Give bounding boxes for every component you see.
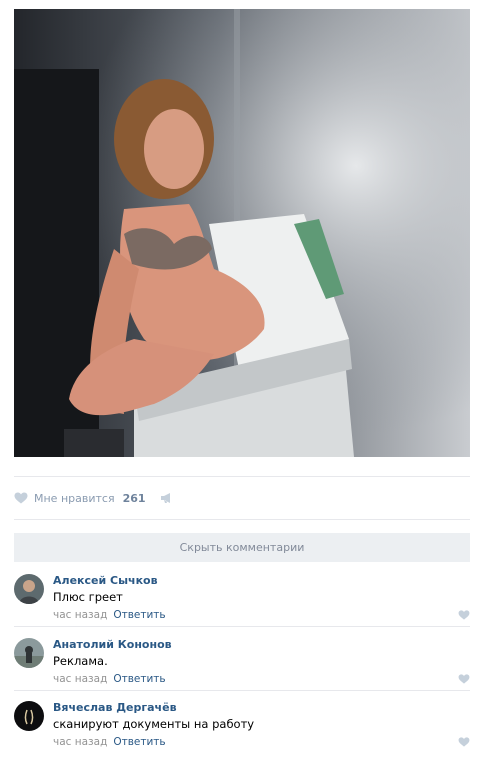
comment-time[interactable]: час назад [53,736,107,748]
divider [14,519,470,520]
reply-link[interactable]: Ответить [113,609,165,621]
like-button-label[interactable]: Мне нравится [34,492,115,505]
comment-author[interactable]: Алексей Сычков [53,574,158,587]
megaphone-icon[interactable] [160,492,174,504]
heart-icon[interactable] [14,492,28,504]
avatar[interactable] [14,638,44,668]
comment-item: Алексей Сычков Плюс греет час назад Ответ… [14,570,470,630]
comment-text: сканируют документы на работу [53,717,255,731]
comment-time[interactable]: час назад [53,673,107,685]
avatar[interactable] [14,701,44,731]
reply-link[interactable]: Ответить [113,673,165,685]
comment-text: Реклама. [53,654,108,668]
comment-item: Анатолий Кононов Реклама. час назад Ответ… [14,634,470,694]
heart-icon[interactable] [458,737,470,747]
comment-meta: час назад Ответить [53,609,166,621]
like-count[interactable]: 261 [123,492,146,505]
post-photo[interactable] [14,9,470,457]
heart-icon[interactable] [458,610,470,620]
comment-text: Плюс греет [53,590,123,604]
comment-author[interactable]: Анатолий Кононов [53,638,172,651]
comment-meta: час назад Ответить [53,673,166,685]
photo-image [14,9,470,457]
heart-icon[interactable] [458,674,470,684]
post-actions: Мне нравится 261 [14,488,174,508]
comment-item: Вячеслав Дергачёв сканируют документы на… [14,697,470,757]
reply-link[interactable]: Ответить [113,736,165,748]
comment-meta: час назад Ответить [53,736,166,748]
comment-time[interactable]: час назад [53,609,107,621]
divider [14,690,470,691]
hide-comments-button[interactable]: Скрыть комментарии [14,533,470,562]
comment-author[interactable]: Вячеслав Дергачёв [53,701,177,714]
divider [14,626,470,627]
avatar[interactable] [14,574,44,604]
divider [14,476,470,477]
